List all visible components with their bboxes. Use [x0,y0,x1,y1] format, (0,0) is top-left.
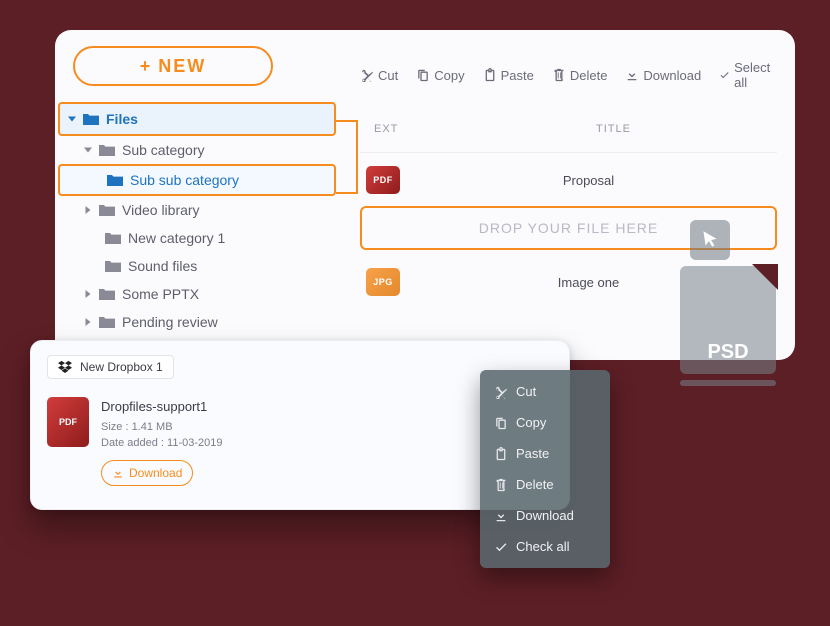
copy-icon [494,416,508,430]
psd-drag-graphic: PSD [680,220,800,380]
download-icon [112,467,124,479]
file-date: Date added : 11-03-2019 [101,435,223,452]
new-button[interactable]: + NEW [73,46,273,86]
download-icon [494,509,508,523]
dropbox-file-entry[interactable]: PDF Dropfiles-support1 Size : 1.41 MB Da… [47,397,553,486]
check-icon [719,68,730,82]
folder-icon [98,143,116,157]
ctx-download[interactable]: Download [480,500,610,531]
tree-item-label: Pending review [122,314,218,330]
tree-item-pending-review[interactable]: Pending review [58,308,336,336]
tree-item-label: Sub sub category [130,172,239,188]
file-name: Dropfiles-support1 [101,397,223,417]
ctx-cut[interactable]: Cut [480,376,610,407]
toolbar-copy[interactable]: Copy [416,68,464,83]
folder-icon [104,231,122,245]
toolbar-cut[interactable]: Cut [360,68,398,83]
column-ext: EXT [360,123,450,135]
dropbox-title-label: New Dropbox 1 [80,360,163,374]
content-header: EXT TITLE [360,105,777,153]
psd-file-icon: PSD [680,266,776,374]
cut-icon [494,385,508,399]
tree-item-label: New category 1 [128,230,225,246]
file-size: Size : 1.41 MB [101,419,223,436]
ctx-copy[interactable]: Copy [480,407,610,438]
dropbox-icon [58,360,72,374]
toolbar: Cut Copy Paste Delete Download Select al… [360,60,775,90]
file-meta: Dropfiles-support1 Size : 1.41 MB Date a… [101,397,223,486]
caret-down-icon [68,115,76,123]
toolbar-paste[interactable]: Paste [483,68,534,83]
file-title: Proposal [400,173,777,188]
ctx-check-all[interactable]: Check all [480,531,610,562]
toolbar-delete[interactable]: Delete [552,68,608,83]
folder-icon [106,173,124,187]
caret-right-icon [84,290,92,298]
new-button-label: NEW [158,56,206,77]
tree-item-some-pptx[interactable]: Some PPTX [58,280,336,308]
download-label: Download [129,464,182,482]
dropbox-title[interactable]: New Dropbox 1 [47,355,174,379]
psd-label: PSD [680,341,776,364]
tree-item-label: Sub category [122,142,205,158]
caret-down-icon [84,146,92,154]
ext-badge-jpg: JPG [366,268,400,296]
toolbar-select-all[interactable]: Select all [719,60,775,90]
tree-item-label: Video library [122,202,200,218]
column-title: TITLE [450,123,777,135]
folder-icon [98,203,116,217]
drop-zone-label: DROP YOUR FILE HERE [479,220,659,236]
plus-icon: + [140,56,153,77]
folder-icon [98,287,116,301]
paste-icon [494,447,508,461]
tree-item-video-library[interactable]: Video library [58,196,336,224]
file-row-proposal[interactable]: PDF Proposal [360,160,777,200]
check-icon [494,540,508,554]
delete-icon [494,478,508,492]
tree-item-label: Sound files [128,258,197,274]
ext-badge-pdf: PDF [366,166,400,194]
tree-item-sub-category[interactable]: Sub category [58,136,336,164]
caret-right-icon [84,318,92,326]
ctx-paste[interactable]: Paste [480,438,610,469]
tree-item-label: Some PPTX [122,286,199,302]
ext-badge-pdf: PDF [47,397,89,447]
cut-icon [360,68,374,82]
tree-root-label: Files [106,111,138,127]
psd-underline [680,380,776,386]
delete-icon [552,68,566,82]
copy-icon [416,68,430,82]
caret-right-icon [84,206,92,214]
folder-icon [82,112,100,126]
paste-icon [483,68,497,82]
cursor-icon [690,220,730,260]
context-menu: Cut Copy Paste Delete Download Check all [480,370,610,568]
folder-tree: Files Sub category Sub sub category Vide… [58,102,336,364]
ctx-delete[interactable]: Delete [480,469,610,500]
tree-connector-highlight [336,120,358,194]
folder-icon [104,259,122,273]
toolbar-download[interactable]: Download [625,68,701,83]
folder-icon [98,315,116,329]
tree-root[interactable]: Files [58,102,336,136]
tree-item-sound-files[interactable]: Sound files [58,252,336,280]
tree-item-sub-sub-category[interactable]: Sub sub category [58,164,336,196]
download-button[interactable]: Download [101,460,193,486]
download-icon [625,68,639,82]
tree-item-new-category-1[interactable]: New category 1 [58,224,336,252]
